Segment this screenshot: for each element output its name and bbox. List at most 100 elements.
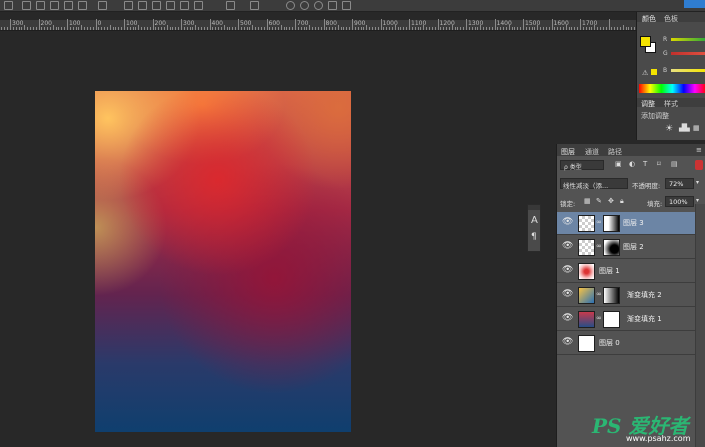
layer-row[interactable]: 👁︎ 图层 1 <box>557 260 695 283</box>
roll-3d-icon[interactable] <box>300 1 309 10</box>
mask-link-icon[interactable]: ∞ <box>596 314 602 322</box>
layer-mask-thumbnail[interactable] <box>603 287 620 304</box>
tab-styles[interactable]: 样式 <box>664 99 678 109</box>
fill-input[interactable]: 100% <box>665 196 694 207</box>
workspace-button[interactable] <box>684 0 705 8</box>
visibility-eye-icon[interactable]: 👁︎ <box>562 313 573 323</box>
lock-transparent-icon[interactable]: ▦ <box>584 197 591 205</box>
visibility-eye-icon[interactable]: 👁︎ <box>562 241 573 251</box>
filter-adjust-icon[interactable]: ◐ <box>629 160 635 168</box>
color-spectrum-bar[interactable] <box>639 84 705 93</box>
layer-name[interactable]: 图层 3 <box>623 218 644 228</box>
web-safe-swatch[interactable] <box>651 69 657 75</box>
layer-name[interactable]: 图层 0 <box>599 338 620 348</box>
mask-link-icon[interactable]: ∞ <box>596 218 602 226</box>
character-panel-icon[interactable]: A <box>531 215 538 226</box>
tab-color[interactable]: 颜色 <box>642 14 656 24</box>
layer-row[interactable]: 👁︎ ∞ 渐变填充 2 <box>557 284 695 307</box>
ruler-tick <box>115 27 117 30</box>
filter-type-select[interactable]: ρ 类型 <box>560 160 604 171</box>
opacity-dropdown-icon[interactable]: ▾ <box>696 179 699 186</box>
curves-icon[interactable]: ▦ <box>693 124 700 132</box>
opacity-input[interactable]: 72% <box>665 178 694 189</box>
visibility-eye-icon[interactable]: 👁︎ <box>562 265 573 275</box>
align-icon[interactable] <box>124 1 133 10</box>
blend-mode-select[interactable]: 线性减淡（添... <box>560 178 628 190</box>
align-icon[interactable] <box>138 1 147 10</box>
tab-adjustments[interactable]: 调整 <box>641 99 655 109</box>
tool-option-icon[interactable] <box>64 1 73 10</box>
ruler-tick <box>560 27 562 30</box>
lock-move-icon[interactable]: ✥ <box>608 197 614 205</box>
ruler-tick <box>303 27 305 30</box>
channel-b-slider[interactable] <box>671 69 705 72</box>
layer-row[interactable]: 👁︎ ∞ 渐变填充 1 <box>557 308 695 331</box>
align-icon[interactable] <box>166 1 175 10</box>
tab-swatches[interactable]: 色板 <box>664 14 678 24</box>
levels-icon[interactable]: ▟▙ <box>679 124 690 132</box>
fill-dropdown-icon[interactable]: ▾ <box>696 197 699 204</box>
layer-mask-thumbnail[interactable] <box>603 215 620 232</box>
ruler-tick <box>411 27 413 30</box>
layer-row[interactable]: 👁︎ 图层 0 <box>557 332 695 355</box>
layer-row[interactable]: 👁︎ ∞ 图层 2 <box>557 236 695 259</box>
align-icon[interactable] <box>152 1 161 10</box>
tool-option-icon[interactable] <box>78 1 87 10</box>
tool-option-icon[interactable] <box>98 1 107 10</box>
filter-smart-icon[interactable]: ▤ <box>671 160 678 168</box>
layer-mask-thumbnail[interactable] <box>603 311 620 328</box>
panel-menu-icon[interactable]: ≡ <box>696 146 702 154</box>
tool-option-icon[interactable] <box>22 1 31 10</box>
layer-thumbnail[interactable] <box>578 287 595 304</box>
layer-thumbnail[interactable] <box>578 335 595 352</box>
rotate-3d-icon[interactable] <box>286 1 295 10</box>
layer-thumbnail[interactable] <box>578 263 595 280</box>
ruler-tick <box>169 27 171 30</box>
filter-toggle[interactable] <box>695 160 703 170</box>
slide-3d-icon[interactable] <box>328 1 337 10</box>
layer-name[interactable]: 图层 2 <box>623 242 644 252</box>
document-canvas[interactable] <box>95 91 351 432</box>
lock-paint-icon[interactable]: ✎ <box>596 197 602 205</box>
visibility-eye-icon[interactable]: 👁︎ <box>562 217 573 227</box>
3d-mode-icon[interactable] <box>250 1 259 10</box>
channel-g-slider[interactable] <box>671 52 705 55</box>
visibility-eye-icon[interactable]: 👁︎ <box>562 289 573 299</box>
ruler-tick <box>608 19 610 30</box>
layer-thumbnail[interactable] <box>578 311 595 328</box>
brightness-icon[interactable]: ☀ <box>665 124 673 134</box>
paragraph-panel-icon[interactable]: ¶ <box>531 232 537 242</box>
ruler-tick <box>289 27 291 30</box>
ruler-tick <box>628 27 630 30</box>
mask-link-icon[interactable]: ∞ <box>596 290 602 298</box>
dock-grip[interactable] <box>528 205 540 210</box>
lock-all-icon[interactable]: 🔒︎ <box>620 197 624 206</box>
layer-mask-thumbnail[interactable] <box>603 239 620 256</box>
layer-thumbnail[interactable] <box>578 215 595 232</box>
filter-pixel-icon[interactable]: ▣ <box>615 160 622 168</box>
add-adjustment-label: 添加调整 <box>641 112 669 120</box>
tab-layers[interactable]: 图层 <box>561 147 575 157</box>
mask-link-icon[interactable]: ∞ <box>596 242 602 250</box>
foreground-color-swatch[interactable] <box>640 36 651 47</box>
tool-option-icon[interactable] <box>50 1 59 10</box>
ruler-tick <box>334 27 336 30</box>
layer-thumbnail[interactable] <box>578 239 595 256</box>
align-icon[interactable] <box>194 1 203 10</box>
align-icon[interactable] <box>180 1 189 10</box>
drag-3d-icon[interactable] <box>314 1 323 10</box>
layer-name[interactable]: 图层 1 <box>599 266 620 276</box>
filter-shape-icon[interactable]: ⌑ <box>657 160 661 168</box>
layer-row[interactable]: 👁︎ ∞ 图层 3 <box>557 212 695 235</box>
tab-channels[interactable]: 通道 <box>585 147 599 157</box>
visibility-eye-icon[interactable]: 👁︎ <box>562 337 573 347</box>
filter-text-icon[interactable]: T <box>643 160 647 168</box>
channel-r-slider[interactable] <box>671 38 705 41</box>
distribute-icon[interactable] <box>226 1 235 10</box>
layer-name[interactable]: 渐变填充 2 <box>627 290 662 300</box>
scale-3d-icon[interactable] <box>342 1 351 10</box>
layer-name[interactable]: 渐变填充 1 <box>627 314 662 324</box>
tab-paths[interactable]: 路径 <box>608 147 622 157</box>
tool-option-icon[interactable] <box>4 1 13 10</box>
tool-option-icon[interactable] <box>36 1 45 10</box>
